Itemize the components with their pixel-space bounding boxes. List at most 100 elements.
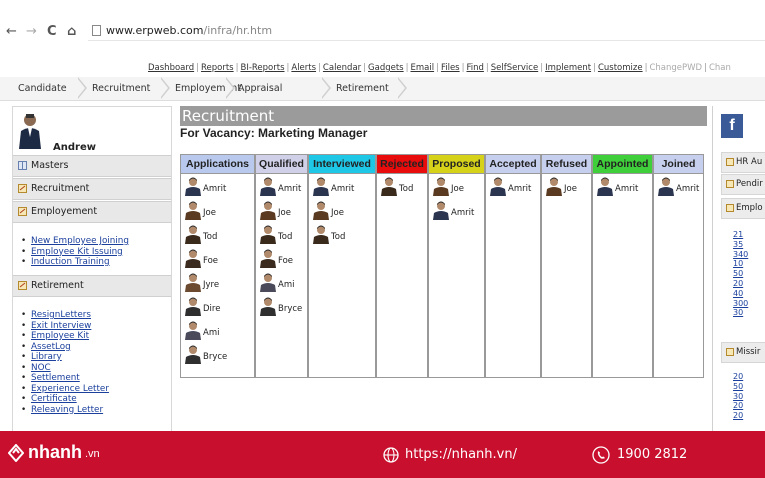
top-link-inactive[interactable]: ChangePWD bbox=[649, 63, 702, 73]
right-link[interactable]: 20 bbox=[733, 411, 765, 421]
tab-recruitment[interactable]: Recruitment bbox=[92, 77, 150, 100]
right-section-label: Emplo bbox=[736, 203, 763, 213]
retirement-link[interactable]: Certificate bbox=[21, 394, 109, 405]
retirement-link[interactable]: AssetLog bbox=[21, 342, 109, 353]
sidebar-section-recruitment[interactable]: Recruitment bbox=[13, 178, 171, 200]
right-link[interactable]: 340 bbox=[733, 250, 765, 260]
right-link[interactable]: 30 bbox=[733, 392, 765, 402]
retirement-link[interactable]: Library bbox=[21, 352, 109, 363]
page-icon bbox=[92, 25, 101, 36]
candidate-name: Tod bbox=[278, 232, 293, 242]
right-link[interactable]: 20 bbox=[733, 401, 765, 411]
retirement-link[interactable]: Settlement bbox=[21, 373, 109, 384]
top-link-inactive[interactable]: Chan bbox=[709, 63, 731, 73]
right-section[interactable]: Pendir bbox=[721, 174, 765, 195]
employement-link[interactable]: Employee Kit Issuing bbox=[21, 247, 129, 258]
banner-phone[interactable]: 1900 2812 bbox=[592, 446, 687, 464]
candidate-photo-icon bbox=[260, 201, 276, 220]
top-link-email[interactable]: Email bbox=[410, 63, 434, 73]
top-link-bi-reports[interactable]: BI-Reports bbox=[240, 63, 284, 73]
reload-button[interactable]: C bbox=[47, 24, 57, 39]
module-tabs: Candidate Recruitment Employement Appraisal… bbox=[0, 77, 765, 101]
document-icon bbox=[18, 184, 27, 193]
right-link[interactable]: 20 bbox=[733, 372, 765, 382]
candidate-name: Joe bbox=[451, 184, 464, 194]
top-link-reports[interactable]: Reports bbox=[201, 63, 234, 73]
retirement-link[interactable]: Exit Interview bbox=[21, 321, 109, 332]
sidebar-section-employement[interactable]: Employement bbox=[13, 201, 171, 223]
home-button[interactable]: ⌂ bbox=[67, 24, 76, 39]
candidate-photo-icon bbox=[260, 297, 276, 316]
candidate-photo-icon bbox=[185, 273, 201, 292]
candidate-photo-icon bbox=[185, 177, 201, 196]
top-link-find[interactable]: Find bbox=[466, 63, 483, 73]
sidebar-section-retirement[interactable]: Retirement bbox=[13, 275, 171, 297]
candidate-photo-icon bbox=[185, 201, 201, 220]
banner-url[interactable]: https://nhanh.vn/ bbox=[383, 447, 517, 463]
top-link-calendar[interactable]: Calendar bbox=[323, 63, 361, 73]
right-link[interactable]: 40 bbox=[733, 289, 765, 299]
right-link[interactable]: 20 bbox=[733, 279, 765, 289]
candidate-photo-icon bbox=[185, 225, 201, 244]
retirement-link[interactable]: Experience Letter bbox=[21, 384, 109, 395]
sidebar-section-masters[interactable]: Masters bbox=[13, 155, 171, 177]
phone-icon bbox=[592, 446, 610, 464]
tab-chevron bbox=[225, 77, 235, 99]
candidate-name: Amrit bbox=[203, 184, 227, 194]
right-link[interactable]: 35 bbox=[733, 240, 765, 250]
stage-column-proposed: Proposed Joe Amrit bbox=[428, 154, 485, 378]
candidate-photo-icon bbox=[313, 177, 329, 196]
tab-candidate[interactable]: Candidate bbox=[18, 77, 67, 100]
top-link-customize[interactable]: Customize bbox=[598, 63, 643, 73]
link-separator: | bbox=[318, 63, 321, 73]
vacancy-title: For Vacancy: Marketing Manager bbox=[180, 126, 368, 140]
retirement-link[interactable]: NOC bbox=[21, 363, 109, 374]
facebook-icon[interactable]: f bbox=[721, 114, 743, 138]
tab-chevron bbox=[321, 77, 331, 99]
candidate-photo-icon bbox=[260, 177, 276, 196]
link-separator: | bbox=[593, 63, 596, 73]
right-section[interactable]: HR Au bbox=[721, 152, 765, 173]
retirement-link[interactable]: Releaving Letter bbox=[21, 405, 109, 416]
employement-link[interactable]: Induction Training bbox=[21, 257, 129, 268]
top-link-alerts[interactable]: Alerts bbox=[291, 63, 316, 73]
right-link[interactable]: 30 bbox=[733, 308, 765, 318]
retirement-link[interactable]: Employee Kit bbox=[21, 331, 109, 342]
top-link-files[interactable]: Files bbox=[441, 63, 460, 73]
tab-appraisal[interactable]: Appraisal bbox=[238, 77, 282, 100]
right-link[interactable]: 50 bbox=[733, 269, 765, 279]
right-section[interactable]: Missir bbox=[721, 342, 765, 363]
back-button[interactable]: ← bbox=[6, 24, 17, 39]
logo-icon bbox=[8, 444, 24, 462]
stage-column-rejected: Rejected Tod bbox=[376, 154, 428, 378]
document-icon bbox=[18, 281, 27, 290]
candidate-name: Bryce bbox=[278, 304, 303, 314]
right-link[interactable]: 21 bbox=[733, 230, 765, 240]
link-separator: | bbox=[363, 63, 367, 73]
top-link-implement[interactable]: Implement bbox=[545, 63, 591, 73]
right-link[interactable]: 300 bbox=[733, 299, 765, 309]
retirement-link[interactable]: ResignLetters bbox=[21, 310, 109, 321]
candidate-photo-icon bbox=[546, 177, 562, 196]
employement-links: New Employee JoiningEmployee Kit Issuing… bbox=[21, 236, 129, 268]
candidate-photo-icon bbox=[185, 345, 201, 364]
forward-button[interactable]: → bbox=[26, 24, 37, 39]
right-link-list: 21353401050204030030 bbox=[733, 230, 765, 318]
right-link[interactable]: 50 bbox=[733, 382, 765, 392]
candidate-photo-icon bbox=[185, 321, 201, 340]
candidate-name: Bryce bbox=[203, 352, 228, 362]
candidate-name: Tod bbox=[399, 184, 414, 194]
user-name: Andrew bbox=[53, 142, 96, 153]
right-section[interactable]: Emplo bbox=[721, 198, 765, 219]
top-link-dashboard[interactable]: Dashboard bbox=[148, 63, 194, 73]
globe-icon bbox=[383, 447, 399, 463]
right-section-label: HR Au bbox=[736, 157, 763, 167]
tab-retirement[interactable]: Retirement bbox=[336, 77, 389, 100]
top-link-selfservice[interactable]: SelfService bbox=[491, 63, 538, 73]
candidate-name: Amrit bbox=[508, 184, 532, 194]
candidate-name: Amrit bbox=[278, 184, 302, 194]
top-link-gadgets[interactable]: Gadgets bbox=[368, 63, 404, 73]
employement-link[interactable]: New Employee Joining bbox=[21, 236, 129, 247]
address-text[interactable]: www.erpweb.com/infra/hr.htm bbox=[106, 24, 272, 37]
right-link[interactable]: 10 bbox=[733, 259, 765, 269]
